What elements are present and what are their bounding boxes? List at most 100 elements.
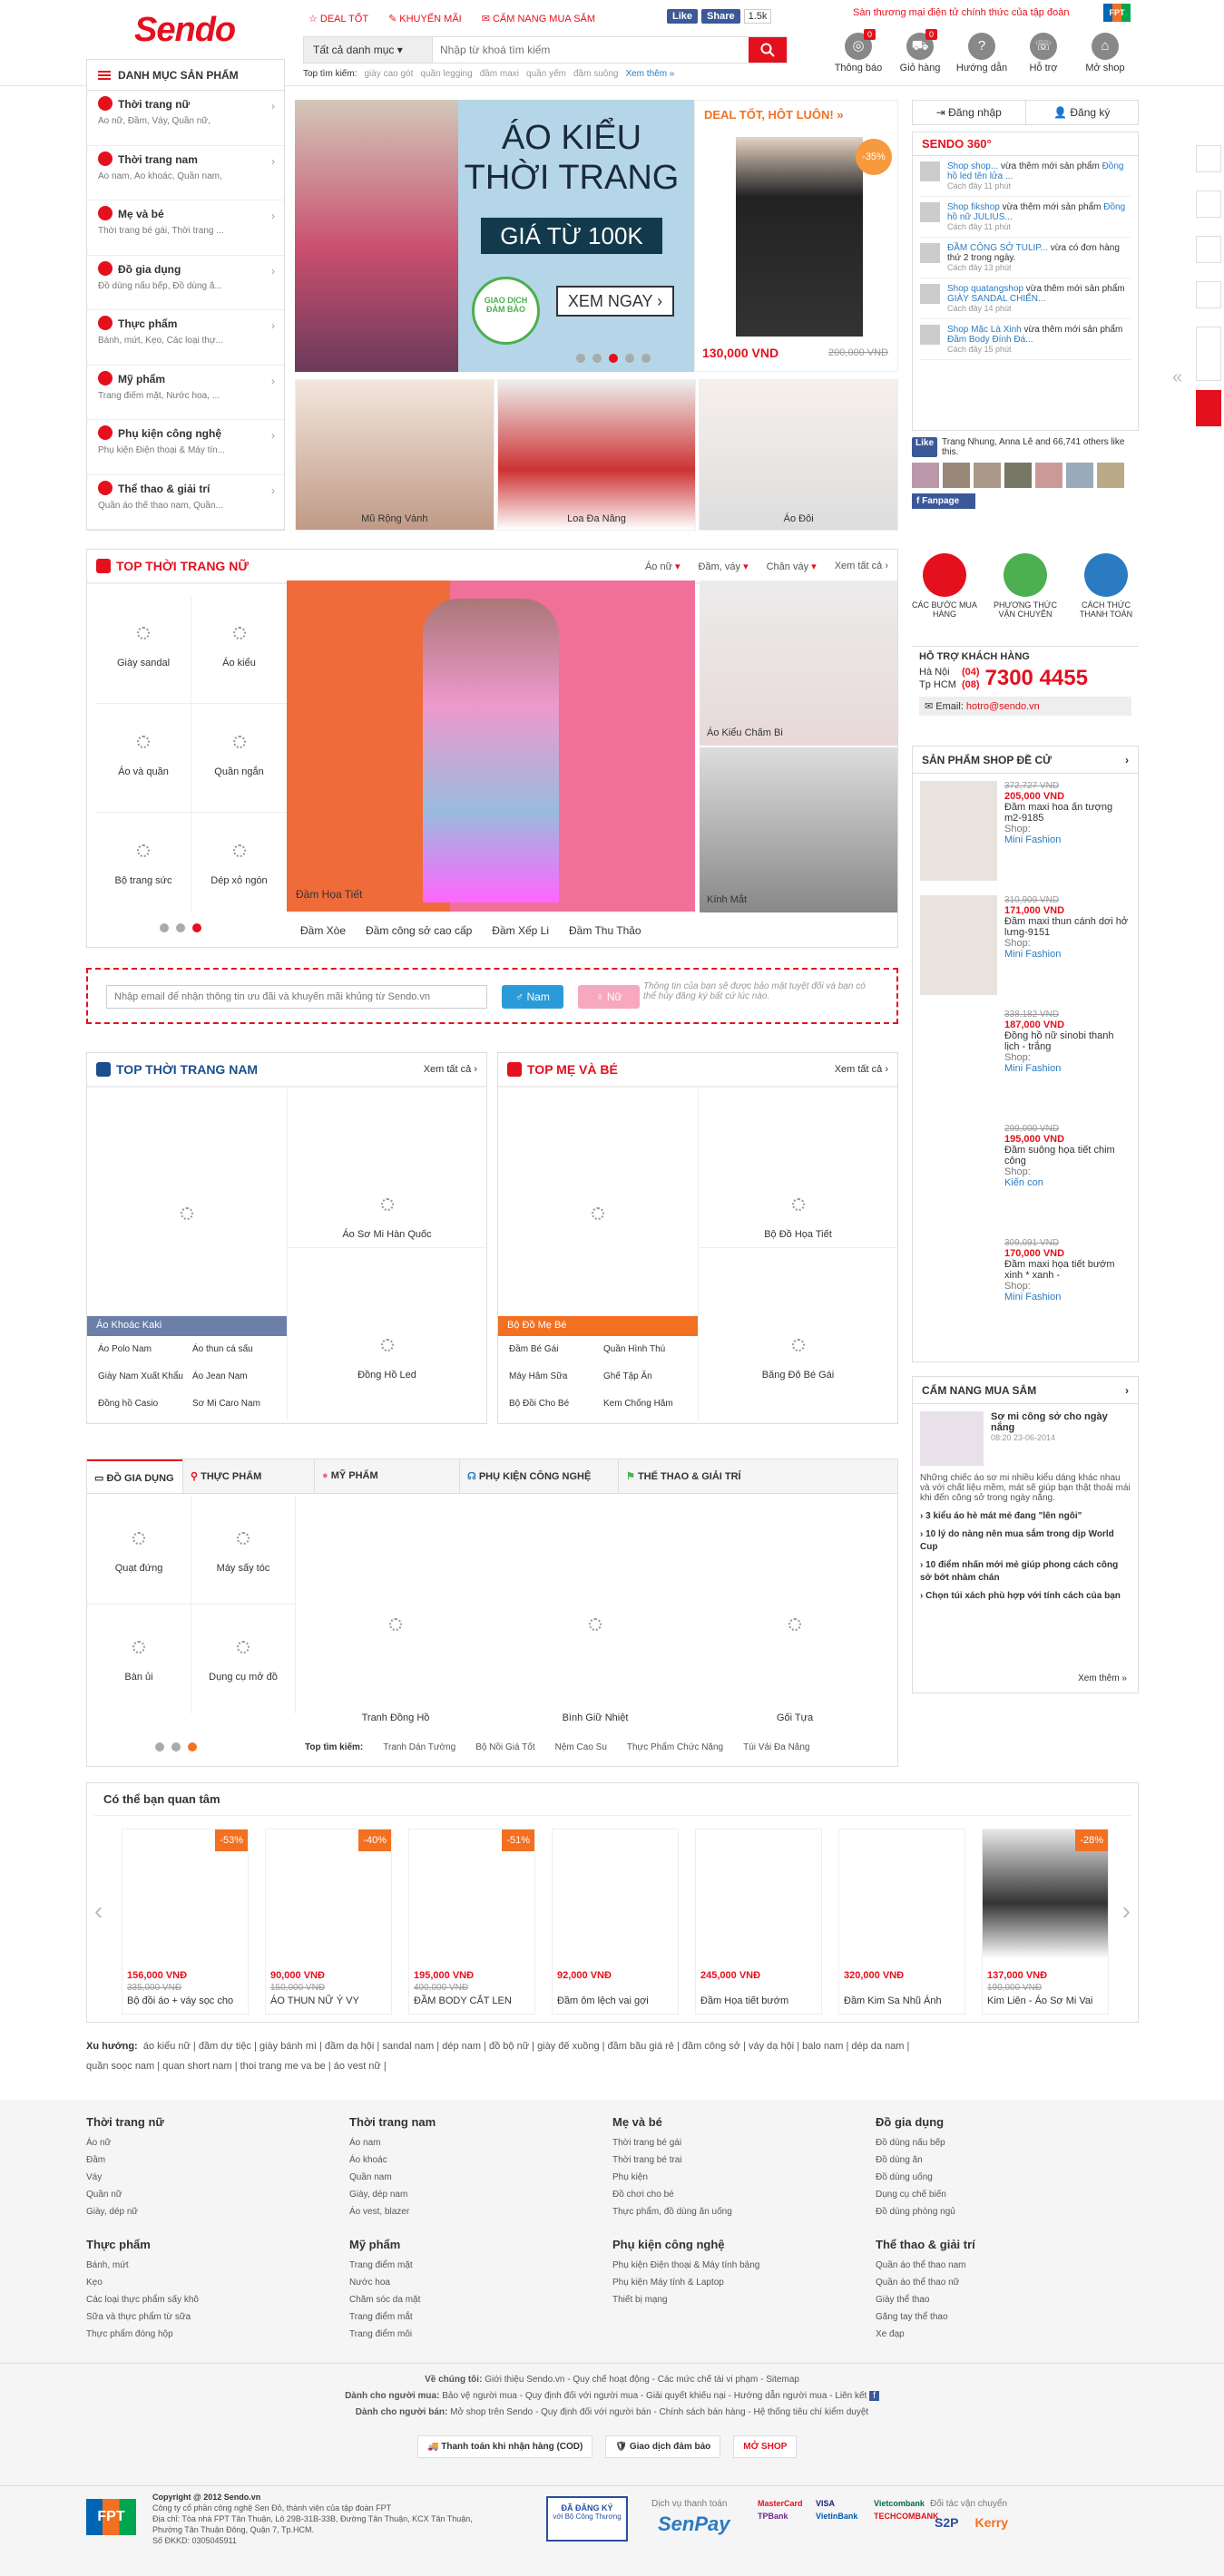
men-cell[interactable]: Đồng Hồ Led: [287, 1248, 486, 1420]
rec-card[interactable]: -53% 156,000 VNĐ 335,000 VNĐ Bộ đồi áo + vá…: [122, 1829, 249, 2015]
slide-dot[interactable]: [160, 923, 169, 932]
slide-dot[interactable]: [176, 923, 185, 932]
trend-tag[interactable]: dép da nam: [851, 2041, 904, 2052]
thumb-couple-shirt[interactable]: Áo Đôi: [699, 379, 899, 531]
guide-item[interactable]: › 10 lý do nàng nên mua sắm trong dịp Wo…: [920, 1528, 1131, 1554]
trend-tag[interactable]: giày đế xuồng: [537, 2041, 600, 2052]
toolbar-feedback-button[interactable]: [1196, 390, 1221, 426]
open-shop-badge[interactable]: MỞ SHOP: [733, 2435, 798, 2458]
sidebar-item-sports[interactable]: Thể thao & giải trí Quần áo thể thao nam,…: [87, 475, 284, 530]
search-input[interactable]: [433, 37, 749, 63]
rec-product[interactable]: 309,091 VND 170,000 VND Đầm maxi họa tiết …: [913, 1231, 1138, 1345]
sendo-logo[interactable]: Sendo: [134, 11, 236, 50]
search-category-select[interactable]: Tất cả danh mục ▾: [304, 37, 433, 63]
tab-cosmetics[interactable]: ● MỸ PHẨM: [314, 1459, 459, 1493]
step-buying[interactable]: CÁC BƯỚC MUA HÀNG: [912, 553, 977, 635]
newsletter-male-button[interactable]: ♂ Nam: [502, 985, 563, 1009]
guide-item[interactable]: › 3 kiểu áo hè mát mẻ đang "lên ngôi": [920, 1510, 1131, 1523]
guarantee-badge[interactable]: 🛡 Giao dịch đảm bảo: [605, 2435, 721, 2458]
hero-banner[interactable]: ÁO KIỂU THỜI TRANG GIÁ TỪ 100K GIAO DỊCH …: [295, 100, 694, 372]
guide-item[interactable]: › Chọn túi xách phù hợp với tính cách củ…: [920, 1590, 1131, 1603]
women-cell[interactable]: Áo và quần: [96, 704, 191, 813]
thumb-speaker[interactable]: Loa Đa Năng: [496, 379, 697, 531]
sidebar-item-men[interactable]: Thời trang nam Áo nam, Áo khoác, Quần nam…: [87, 146, 284, 200]
trend-tag[interactable]: váy dạ hội: [749, 2041, 794, 2052]
slide-dot[interactable]: [592, 354, 602, 363]
trend-tag[interactable]: balo nam: [802, 2041, 843, 2052]
slide-dot-active[interactable]: [609, 354, 618, 363]
home-search-link[interactable]: Tranh Dán Tường: [383, 1742, 455, 1752]
trend-tag[interactable]: giày bánh mì: [259, 2041, 317, 2052]
trend-tag[interactable]: quan short nam: [162, 2061, 231, 2072]
fb-share-button[interactable]: Share: [701, 9, 740, 24]
baby-cell[interactable]: [498, 1089, 698, 1280]
feed-item[interactable]: ĐẦM CÔNG SỞ TULIP... vừa có đơn hàng thứ…: [920, 238, 1131, 278]
trend-tag[interactable]: áo kiểu nữ: [143, 2041, 191, 2052]
moit-registered-badge[interactable]: ĐÃ ĐĂNG KÝ với Bộ Công Thương: [546, 2496, 628, 2542]
facebook-icon[interactable]: f: [869, 2391, 879, 2401]
women-tab-chan-vay[interactable]: Chân váy ▾: [767, 561, 817, 572]
slide-dot[interactable]: [625, 354, 634, 363]
hotline-number[interactable]: 7300 4455: [985, 666, 1088, 691]
men-cell[interactable]: Áo Sơ Mi Hàn Quốc: [287, 1089, 486, 1248]
guide-item[interactable]: › 10 điểm nhấn mới mẻ giúp phong cách cô…: [920, 1559, 1131, 1585]
thumb-hat[interactable]: Mũ Rộng Vành: [295, 379, 494, 531]
rec-product[interactable]: 299,000 VND 195,000 VND Đầm suông họa tiết…: [913, 1117, 1138, 1231]
women-side-banner-1[interactable]: Áo Kiểu Chấm Bi: [700, 581, 897, 746]
women-link[interactable]: Đầm Thu Thảo: [569, 924, 641, 937]
men-link[interactable]: Đồng hồ Casio: [98, 1390, 192, 1418]
newsletter-female-button[interactable]: ♀ Nữ: [578, 985, 640, 1009]
slide-dot-active[interactable]: [192, 923, 201, 932]
newsletter-email-input[interactable]: [106, 985, 487, 1009]
toolbar-collapse-icon[interactable]: «: [1172, 367, 1182, 388]
cod-badge[interactable]: 🚚 Thanh toán khi nhận hàng (COD): [417, 2435, 593, 2458]
trend-tag[interactable]: đầm công sở: [682, 2041, 740, 2052]
home-cell[interactable]: Máy sấy tóc: [191, 1496, 296, 1605]
rec-product[interactable]: 372,727 VND 205,000 VND Đầm maxi hoa ấn tư…: [913, 774, 1138, 888]
rec-card[interactable]: 92,000 VNĐ Đầm ôm lệch vai gợi: [552, 1829, 679, 2015]
baby-link[interactable]: Bộ Đồi Cho Bé: [509, 1390, 603, 1418]
top-search-item[interactable]: đầm suông: [573, 69, 618, 79]
men-section-title[interactable]: TOP THỜI TRANG NAM: [96, 1062, 258, 1077]
women-view-all[interactable]: Xem tất cả ›: [835, 561, 888, 572]
home-cell[interactable]: Dụng cụ mở đồ: [191, 1605, 296, 1713]
fb-like-button[interactable]: Like: [667, 9, 699, 24]
rec-card[interactable]: 320,000 VNĐ Đầm Kim Sa Nhũ Ánh: [838, 1829, 965, 2015]
support-button[interactable]: ☏ Hỗ trợ: [1013, 33, 1074, 73]
women-cell[interactable]: Quần ngắn: [191, 704, 287, 813]
fanpage-button[interactable]: f Fanpage: [912, 493, 975, 509]
rec-card[interactable]: -51% 195,000 VNĐ 400,000 VNĐ ĐẦM BODY CẮT L…: [408, 1829, 535, 2015]
home-cell[interactable]: Bàn ủi: [87, 1605, 191, 1713]
feed-item[interactable]: Shop Mặc Là Xinh vừa thêm mới sản phẩm Đ…: [920, 319, 1131, 360]
home-search-link[interactable]: Nệm Cao Su: [555, 1742, 607, 1752]
women-cell[interactable]: Dép xỏ ngón: [191, 813, 287, 912]
notifications-button[interactable]: ◎ 0 Thông báo: [827, 29, 889, 73]
top-search-item[interactable]: quần legging: [420, 69, 472, 79]
toolbar-men-icon[interactable]: [1196, 190, 1221, 218]
baby-cell[interactable]: Băng Đô Bé Gái: [698, 1248, 897, 1420]
baby-link[interactable]: Ghế Tập Ăn: [603, 1363, 698, 1390]
slide-dot[interactable]: [155, 1742, 164, 1751]
women-link[interactable]: Đầm Xếp Li: [492, 924, 549, 937]
sidebar-item-tech[interactable]: Phụ kiện công nghệ Phụ kiện Điện thoại & …: [87, 420, 284, 475]
men-link[interactable]: Sơ Mi Caro Nam: [192, 1390, 287, 1418]
guide-feature[interactable]: Sơ mi công sở cho ngày nắng 08:20 23-06-2…: [913, 1404, 1138, 1473]
tab-food[interactable]: ⚲ THỰC PHẨM: [182, 1459, 314, 1493]
login-button[interactable]: ⇥ Đăng nhập: [913, 101, 1025, 124]
toolbar-cosmetics-icon[interactable]: [1196, 281, 1221, 308]
trend-tag[interactable]: đầm dạ hội: [325, 2041, 374, 2052]
carousel-prev-button[interactable]: ‹: [94, 1897, 103, 1926]
top-link-deal[interactable]: ☆ DEAL TỐT: [308, 13, 368, 25]
men-link[interactable]: Áo thun cá sấu: [192, 1336, 287, 1363]
women-banner[interactable]: Đầm Họa Tiết: [287, 581, 695, 912]
fb-page-like[interactable]: Like: [912, 437, 938, 457]
slide-dot[interactable]: [576, 354, 585, 363]
men-highlight[interactable]: Áo Khoác Kaki: [87, 1316, 287, 1336]
home-product[interactable]: Bình Giữ Nhiệt: [495, 1496, 695, 1732]
tab-household[interactable]: ▭ ĐỒ GIA DỤNG: [87, 1459, 182, 1493]
feed-item[interactable]: Shop quatangshop vừa thêm mới sản phẩm G…: [920, 278, 1131, 319]
women-tab-ao[interactable]: Áo nữ ▾: [645, 561, 681, 572]
women-link[interactable]: Đầm công sở cao cấp: [366, 924, 472, 937]
guide-button[interactable]: ? Hướng dẫn: [951, 33, 1013, 73]
step-shipping[interactable]: PHƯƠNG THỨC VẬN CHUYỂN: [993, 553, 1058, 635]
